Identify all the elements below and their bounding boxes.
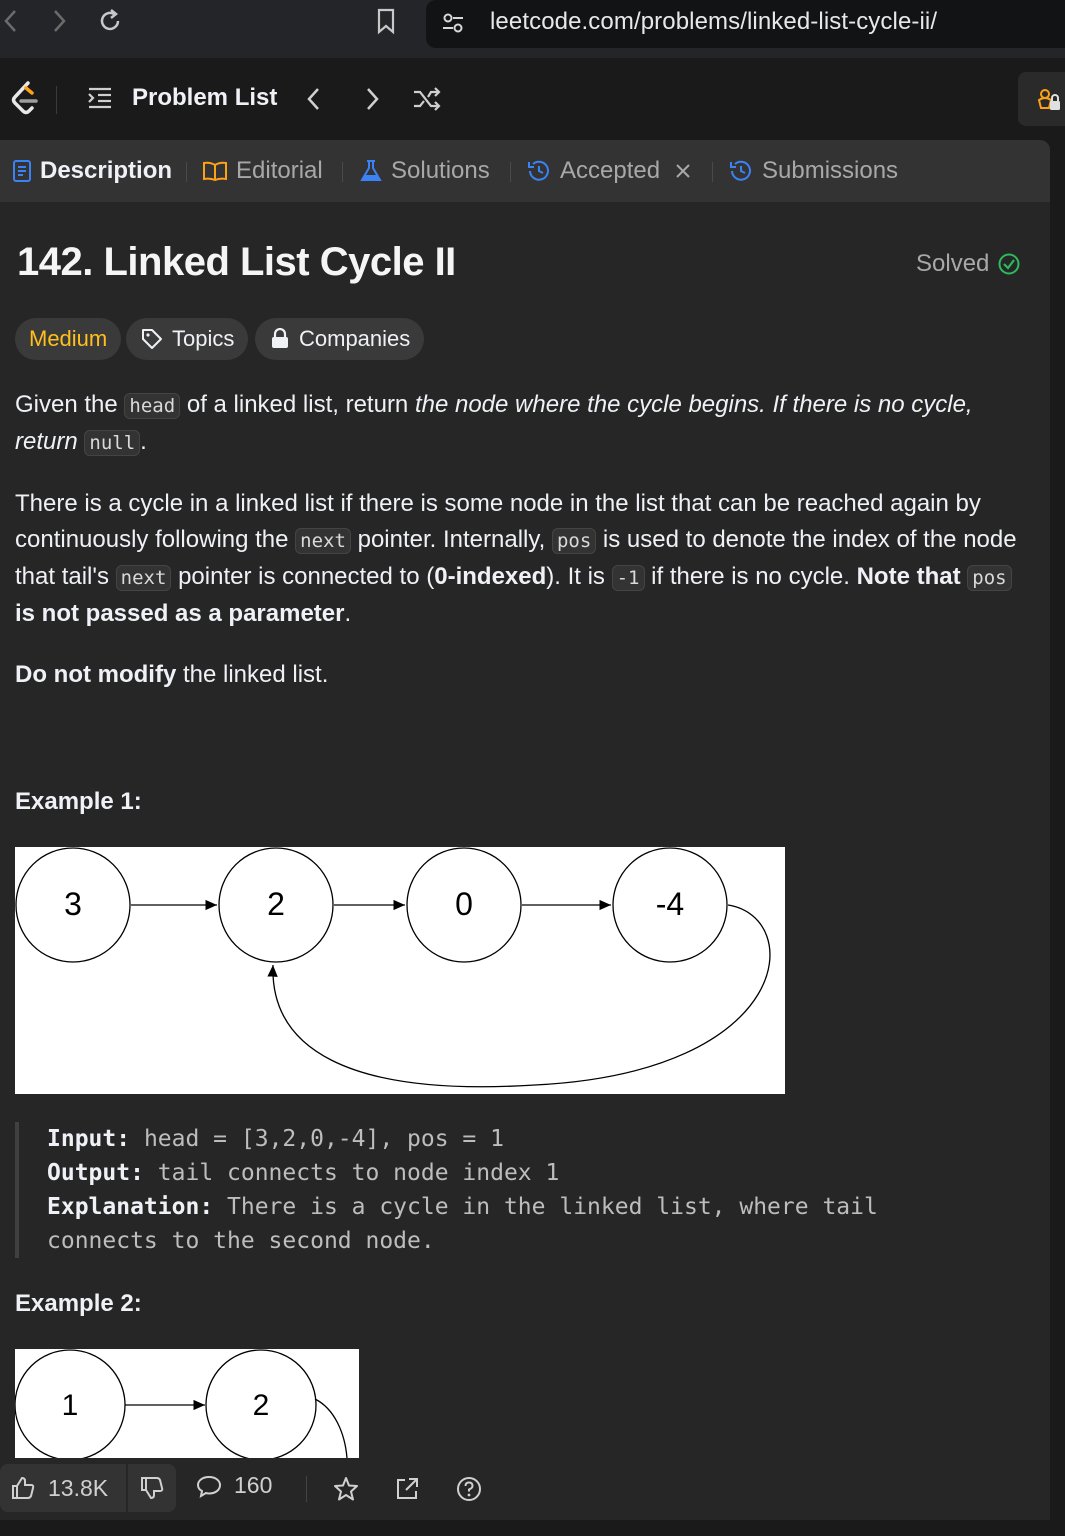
tab-divider <box>186 162 187 182</box>
tab-label: Solutions <box>391 157 490 184</box>
difficulty-badge: Medium <box>15 318 122 360</box>
leetcode-logo-icon <box>11 81 38 115</box>
tab-divider <box>712 162 713 182</box>
tab-divider <box>510 162 511 182</box>
like-count: 13.8K <box>48 1474 109 1501</box>
dislike-button[interactable] <box>128 1464 176 1512</box>
chevron-left-icon <box>4 10 16 32</box>
inline-code: pos <box>967 565 1012 591</box>
solved-status: Solved <box>916 250 1021 278</box>
shuffle-icon <box>414 87 441 111</box>
description-icon <box>13 160 31 182</box>
node-value: 2 <box>253 1389 270 1422</box>
chevron-right-icon <box>54 10 66 32</box>
browser-forward-button[interactable] <box>42 4 76 38</box>
address-bar[interactable]: leetcode.com/problems/linked-list-cycle-… <box>426 0 1065 48</box>
problem-title: 142. Linked List Cycle II <box>17 240 456 284</box>
inline-code: next <box>295 528 351 554</box>
tab-divider <box>342 162 343 182</box>
lock-icon <box>272 328 288 348</box>
tab-label: Submissions <box>762 157 899 184</box>
header-divider <box>56 86 57 114</box>
example-1-diagram: 3 2 0 -4 <box>15 847 785 1094</box>
example-title: Example 1: <box>15 788 142 815</box>
description-panel: Description Editorial Solutions Accepted… <box>0 140 1050 1520</box>
bookmark-icon <box>377 8 395 35</box>
tab-solutions[interactable]: Solutions <box>359 155 490 187</box>
close-icon[interactable] <box>674 162 692 180</box>
list-icon <box>88 87 111 109</box>
browser-toolbar: leetcode.com/problems/linked-list-cycle-… <box>0 0 1065 58</box>
inline-code: pos <box>551 528 597 554</box>
inline-code: null <box>84 430 141 456</box>
cycle-pointer-arrow <box>314 1398 348 1458</box>
next-problem-button[interactable] <box>355 82 389 116</box>
companies-label: Companies <box>299 326 411 351</box>
chevron-left-icon <box>307 88 319 110</box>
description-paragraph: Do not modify the linked list. <box>15 661 329 688</box>
history-icon <box>528 160 549 181</box>
comment-count: 160 <box>234 1472 273 1498</box>
random-problem-button[interactable] <box>410 82 444 116</box>
node-value: 2 <box>267 886 285 922</box>
thumbs-down-icon <box>141 1477 164 1500</box>
example-1-io: Input: head = [3,2,0,-4], pos = 1 Output… <box>15 1122 1015 1258</box>
tag-icon <box>142 329 162 349</box>
question-circle-icon <box>457 1477 481 1501</box>
like-button[interactable]: 13.8K <box>0 1464 126 1512</box>
problem-list-icon[interactable] <box>86 84 114 117</box>
star-icon <box>334 1477 358 1501</box>
site-settings-icon[interactable] <box>440 10 466 36</box>
share-button[interactable] <box>392 1474 422 1504</box>
topics-label: Topics <box>172 326 235 351</box>
bug-lock-icon <box>1037 89 1060 110</box>
description-paragraph: Given the head of a linked list, return … <box>15 391 973 456</box>
problem-list-button[interactable]: Problem List <box>132 84 277 112</box>
inline-code: -1 <box>611 565 645 591</box>
favorite-button[interactable] <box>331 1474 361 1504</box>
tab-label: Description <box>40 157 173 184</box>
tab-bar: Description Editorial Solutions Accepted… <box>0 140 1050 202</box>
bottom-action-bar: 13.8K 160 <box>0 1458 1050 1520</box>
node-value: -4 <box>656 886 684 922</box>
app-header: Problem List <box>0 58 1065 140</box>
leetcode-logo[interactable] <box>8 80 44 123</box>
description-paragraph: There is a cycle in a linked list if the… <box>15 490 1017 627</box>
node-value: 3 <box>64 886 82 922</box>
tab-label: Accepted <box>560 157 661 184</box>
prev-problem-button[interactable] <box>297 82 331 116</box>
tab-description[interactable]: Description <box>12 155 172 187</box>
tab-label: Editorial <box>236 157 323 184</box>
help-button[interactable] <box>454 1474 484 1504</box>
inline-code: head <box>124 393 181 419</box>
topics-button[interactable]: Topics <box>126 318 249 360</box>
bottom-bar-divider <box>306 1476 307 1502</box>
flask-icon <box>360 160 382 181</box>
comment-icon <box>196 1475 222 1498</box>
history-icon <box>730 160 751 181</box>
reload-icon <box>100 9 120 31</box>
example-2-diagram: 1 2 <box>15 1349 359 1458</box>
node-value: 0 <box>455 886 473 922</box>
tab-editorial[interactable]: Editorial <box>202 155 323 187</box>
bookmark-button[interactable] <box>369 4 403 38</box>
solved-label: Solved <box>916 250 990 277</box>
browser-reload-button[interactable] <box>93 4 127 38</box>
check-circle-icon <box>998 253 1020 275</box>
url-text: leetcode.com/problems/linked-list-cycle-… <box>490 8 938 35</box>
thumbs-up-icon <box>12 1476 35 1499</box>
debugger-button[interactable] <box>1018 72 1065 126</box>
node-value: 1 <box>62 1389 79 1422</box>
difficulty-label: Medium <box>29 326 108 351</box>
comments-button[interactable]: 160 <box>196 1472 272 1499</box>
book-icon <box>203 161 227 182</box>
external-link-icon <box>397 1478 418 1499</box>
chevron-right-icon <box>367 88 379 110</box>
companies-button[interactable]: Companies <box>255 318 425 360</box>
example-title: Example 2: <box>15 1290 142 1317</box>
tab-submissions[interactable]: Submissions <box>728 155 898 187</box>
inline-code: next <box>115 565 172 591</box>
browser-back-button[interactable] <box>0 4 28 38</box>
tab-accepted[interactable]: Accepted <box>526 155 692 187</box>
